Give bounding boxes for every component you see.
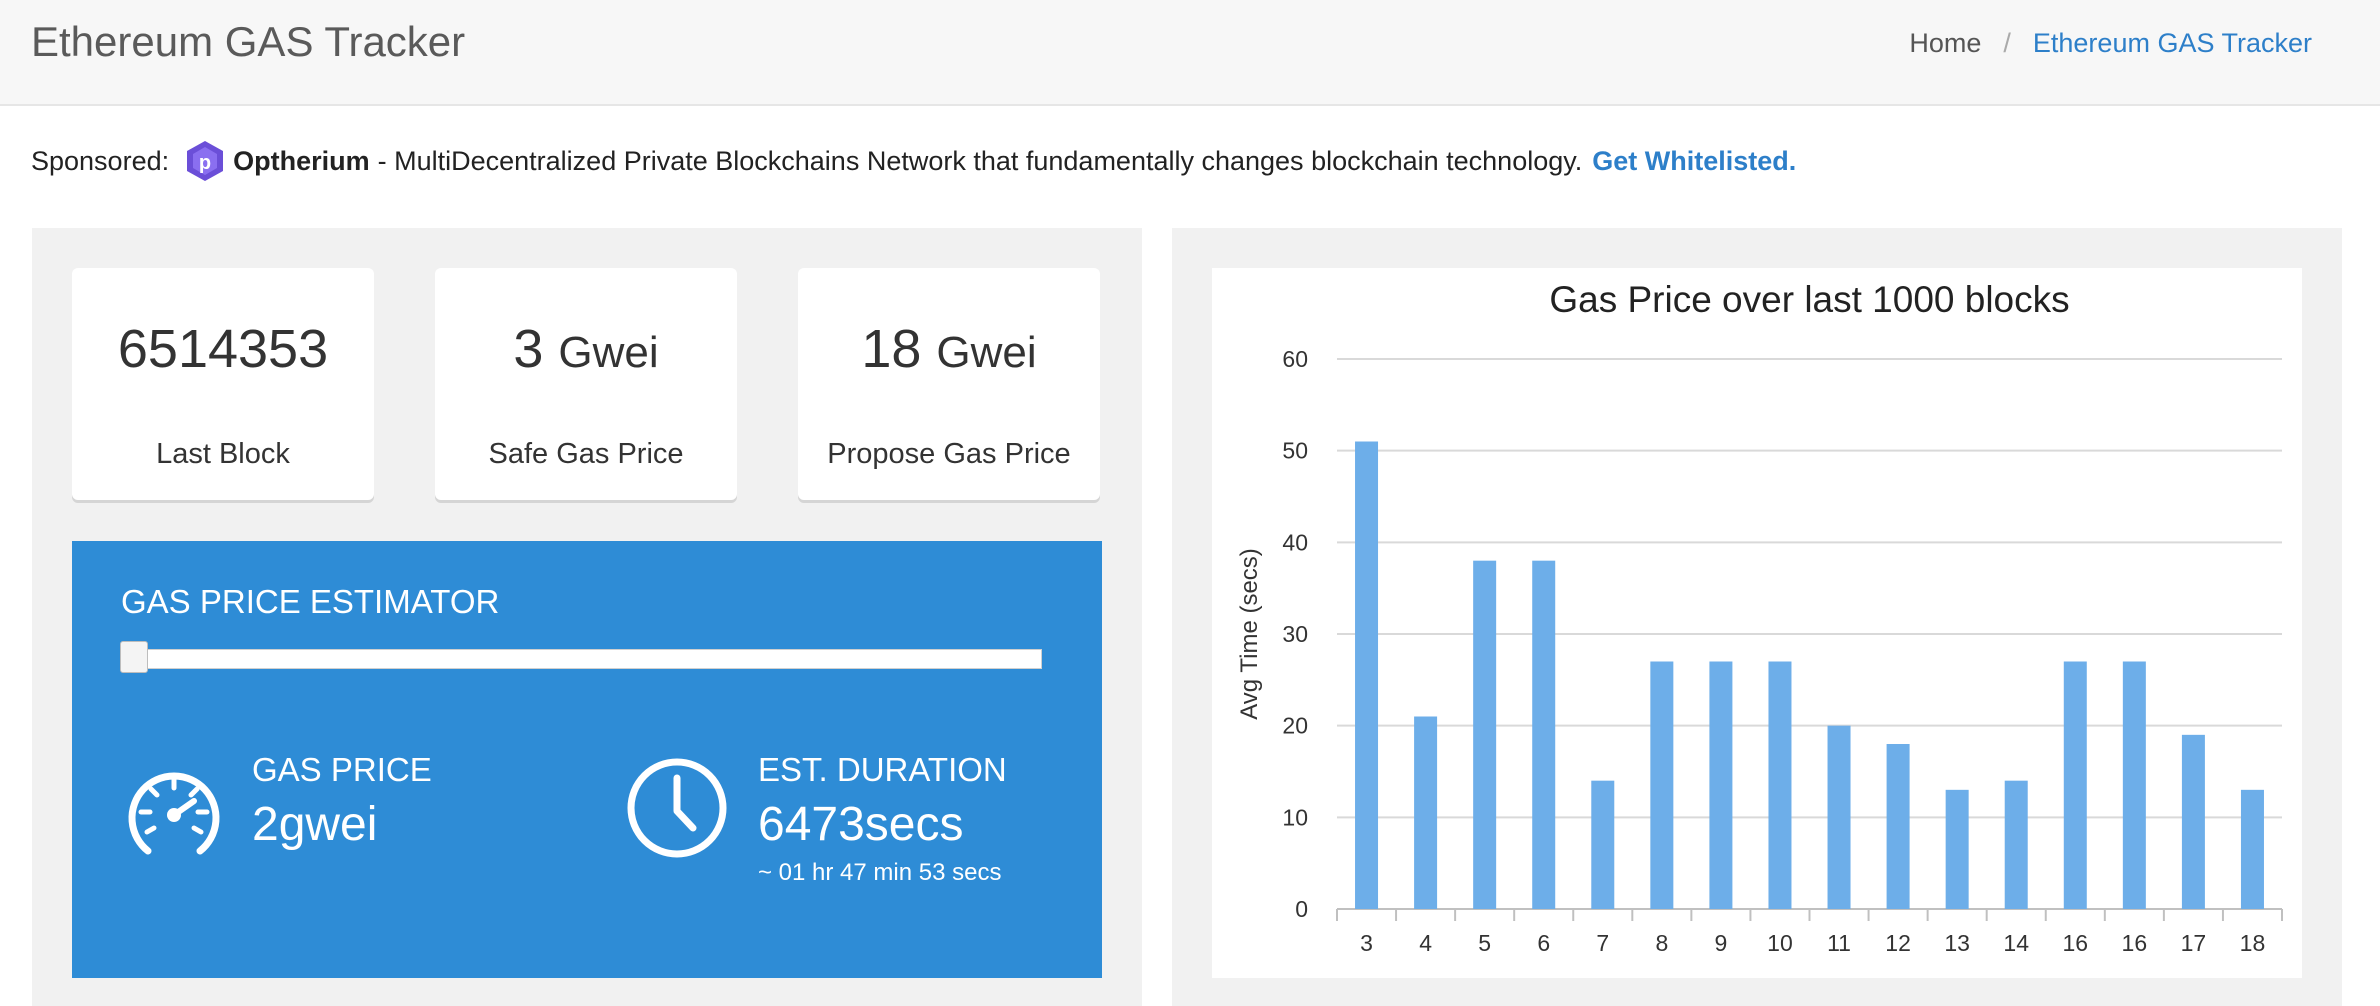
- bar: [1414, 716, 1438, 909]
- bar: [1886, 744, 1910, 909]
- bar: [1709, 661, 1733, 909]
- last-block-card: 6514353 Last Block: [72, 268, 374, 500]
- gas-price-slider-track[interactable]: [122, 649, 1042, 669]
- sponsored-banner: Sponsored: p Optherium - MultiDecentrali…: [31, 140, 1796, 182]
- y-axis-label: Avg Time (secs): [1236, 548, 1263, 720]
- get-whitelisted-link[interactable]: Get Whitelisted.: [1592, 146, 1796, 177]
- breadcrumb-current-link[interactable]: Ethereum GAS Tracker: [2033, 28, 2312, 59]
- safe-gas-price-card: 3 Gwei Safe Gas Price: [435, 268, 737, 500]
- y-tick-label: 60: [1282, 346, 1308, 372]
- estimator-title: GAS PRICE ESTIMATOR: [121, 583, 500, 620]
- chart-panel: Gas Price over last 1000 blocks 0 10 20 30 40…: [1172, 228, 2342, 1006]
- x-tick-label: 6: [1537, 930, 1550, 956]
- est-duration-label: EST. DURATION: [758, 751, 1007, 788]
- x-tick-label: 18: [2240, 930, 2266, 956]
- breadcrumb: Home / Ethereum GAS Tracker: [1909, 28, 2312, 59]
- last-block-label: Last Block: [156, 438, 290, 470]
- gas-price-slider-handle[interactable]: [120, 641, 148, 673]
- x-tick-label: 3: [1360, 930, 1373, 956]
- chart-title: Gas Price over last 1000 blocks: [1549, 279, 2069, 320]
- x-tick-label: 5: [1478, 930, 1491, 956]
- breadcrumb-home-link[interactable]: Home: [1909, 28, 1981, 59]
- y-tick-label: 20: [1282, 713, 1308, 739]
- y-tick-label: 40: [1282, 529, 1308, 555]
- last-block-value: 6514353: [117, 319, 329, 379]
- est-duration-value: 6473secs: [758, 798, 964, 851]
- y-tick-label: 10: [1282, 804, 1308, 830]
- bar: [1591, 780, 1615, 909]
- page-header: Ethereum GAS Tracker Home / Ethereum GAS…: [0, 0, 2380, 106]
- sponsored-label: Sponsored:: [31, 145, 170, 176]
- x-tick-label: 16: [2122, 930, 2148, 956]
- propose-gas-price-label: Propose Gas Price: [827, 438, 1071, 470]
- x-tick-label: 9: [1715, 930, 1728, 956]
- bar: [1827, 725, 1851, 909]
- y-tick-label: 30: [1282, 621, 1308, 647]
- propose-gas-price-value: 18 Gwei: [861, 319, 1037, 379]
- bar: [2122, 661, 2146, 909]
- x-tick-label: 11: [1827, 930, 1851, 956]
- bar: [1473, 560, 1497, 909]
- bar: [2004, 780, 2028, 909]
- x-tick-label: 7: [1596, 930, 1609, 956]
- x-tick-label: 8: [1655, 930, 1668, 956]
- safe-gas-price-label: Safe Gas Price: [488, 438, 684, 470]
- sponsor-brand[interactable]: Optherium: [233, 146, 370, 177]
- page-title: Ethereum GAS Tracker: [31, 18, 466, 65]
- bar: [1532, 560, 1556, 909]
- x-tick-label: 10: [1767, 930, 1793, 956]
- safe-gas-price-value: 3 Gwei: [513, 319, 659, 379]
- gas-price-estimator: GAS PRICE ESTIMATOR GAS PRICE 2gwei EST.…: [72, 541, 1102, 978]
- bar: [1945, 789, 1969, 909]
- bar: [2240, 789, 2264, 909]
- bar: [2181, 734, 2205, 909]
- bar: [2063, 661, 2087, 909]
- y-tick-label: 50: [1282, 438, 1308, 464]
- sponsor-text: - MultiDecentralized Private Blockchains…: [377, 145, 1583, 176]
- x-tick-label: 14: [2003, 930, 2029, 956]
- clock-icon: [627, 758, 727, 858]
- gas-stats-panel: 6514353 Last Block 3 Gwei Safe Gas Price…: [32, 228, 1142, 1006]
- gas-price-label: GAS PRICE: [252, 751, 432, 788]
- gas-price-value: 2gwei: [252, 798, 378, 851]
- gas-price-chart: Gas Price over last 1000 blocks 0 10 20 30 40…: [1212, 268, 2302, 978]
- est-duration-human: ~ 01 hr 47 min 53 secs: [758, 859, 1002, 886]
- propose-gas-price-card: 18 Gwei Propose Gas Price: [798, 268, 1100, 500]
- bar: [1355, 441, 1379, 909]
- chart-svg: Gas Price over last 1000 blocks 0 10 20 30 40…: [1236, 279, 2283, 956]
- gauge-icon: [128, 772, 220, 855]
- x-tick-label: 13: [1944, 930, 1970, 956]
- logo-icon[interactable]: p: [185, 140, 225, 182]
- bar: [1650, 661, 1674, 909]
- x-tick-label: 4: [1419, 930, 1432, 956]
- svg-text:p: p: [199, 152, 211, 174]
- x-tick-label: 16: [2062, 930, 2088, 956]
- x-tick-label: 12: [1885, 930, 1911, 956]
- x-tick-label: 17: [2181, 930, 2207, 956]
- bar: [1768, 661, 1792, 909]
- breadcrumb-separator: /: [2003, 28, 2011, 58]
- y-tick-label: 0: [1295, 896, 1308, 922]
